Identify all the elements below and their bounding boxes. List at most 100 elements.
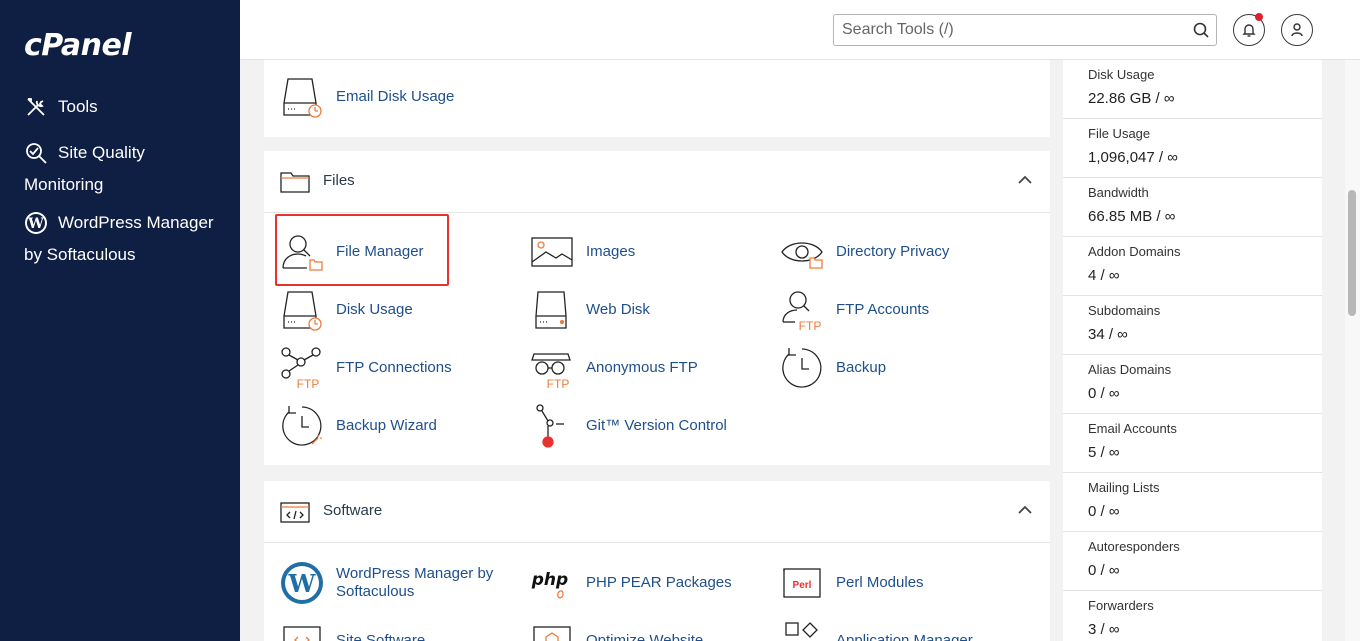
tool-label: Backup Wizard (336, 417, 437, 434)
tool-label: Git™ Version Control (586, 417, 727, 434)
statistics-panel: Disk Usage 22.86 GB / ∞ File Usage 1,096… (1063, 60, 1322, 641)
stat-value: 66.85 MB / ∞ (1088, 208, 1176, 225)
scrollbar-thumb[interactable] (1348, 190, 1356, 316)
user-menu-button[interactable] (1281, 14, 1313, 46)
sidebar-item-label: Site Quality Monitoring (24, 143, 145, 194)
software-section-header[interactable]: Software (264, 481, 1050, 543)
ftp-connections-icon: FTP (281, 347, 321, 390)
tool-label: File Manager (336, 243, 424, 260)
tool-perl-modules[interactable]: Perl Perl Modules (780, 557, 924, 609)
files-section-card: Files File Manager Images Directory Priv… (264, 151, 1050, 465)
stat-label: Email Accounts (1088, 421, 1177, 436)
images-icon (531, 237, 573, 267)
tool-label: Email Disk Usage (336, 88, 455, 105)
stat-value: 5 / ∞ (1088, 444, 1120, 461)
software-section-card: Software W WordPress Manager by Softacul… (264, 481, 1050, 641)
tool-backup-wizard[interactable]: Backup Wizard (280, 400, 437, 452)
stat-label: Bandwidth (1088, 185, 1149, 200)
tool-php-pear-packages[interactable]: php PHP PEAR Packages (530, 557, 732, 609)
tool-backup[interactable]: Backup (780, 342, 886, 394)
sidebar-item-tools[interactable]: Tools (24, 91, 248, 123)
files-section-header[interactable]: Files (264, 151, 1050, 213)
tool-file-manager[interactable]: File Manager (280, 226, 424, 278)
tool-images[interactable]: Images (530, 226, 635, 278)
stat-label: Subdomains (1088, 303, 1161, 318)
stat-autoresponders: Autoresponders 0 / ∞ (1063, 532, 1322, 591)
tool-label: PHP PEAR Packages (586, 574, 732, 591)
stat-email-accounts: Email Accounts 5 / ∞ (1063, 414, 1322, 473)
notifications-button[interactable] (1233, 13, 1265, 46)
code-window-icon (280, 502, 310, 523)
stat-alias-domains: Alias Domains 0 / ∞ (1063, 355, 1322, 414)
main-content: Email Disk Usage Files File Manager Imag… (264, 60, 1050, 641)
sidebar: cPanel Tools Site Quality Monitoring W W… (0, 0, 240, 641)
tool-email-disk-usage[interactable]: Email Disk Usage (280, 71, 454, 123)
stat-addon-domains: Addon Domains 4 / ∞ (1063, 237, 1322, 296)
sidebar-item-wordpress[interactable]: W WordPress Manager by Softaculous (24, 207, 214, 271)
stat-label: Alias Domains (1088, 362, 1172, 377)
disk-usage-icon (283, 291, 322, 331)
svg-text:W: W (288, 569, 317, 598)
stat-label: Mailing Lists (1088, 480, 1160, 495)
folder-icon (280, 172, 310, 193)
tool-label: FTP Connections (336, 359, 452, 376)
stat-subdomains: Subdomains 34 / ∞ (1063, 296, 1322, 355)
notification-dot (1255, 13, 1263, 21)
application-manager-icon (785, 622, 818, 638)
top-header (240, 0, 1360, 60)
stat-value: 0 / ∞ (1088, 385, 1120, 402)
search-input[interactable] (834, 15, 1164, 45)
email-section-card: Email Disk Usage (264, 60, 1050, 137)
section-title: Software (323, 502, 383, 519)
tool-site-software[interactable]: Site Software (280, 615, 425, 641)
chevron-up-icon[interactable] (1018, 175, 1032, 185)
stat-label: Addon Domains (1088, 244, 1181, 259)
perl-icon: Perl (783, 568, 821, 598)
sidebar-item-label: WordPress Manager by Softaculous (24, 213, 214, 264)
svg-text:FTP: FTP (799, 319, 822, 332)
cpanel-logo[interactable]: cPanel (24, 28, 132, 63)
bell-icon (1242, 24, 1256, 37)
tool-wordpress-manager[interactable]: W WordPress Manager by Softaculous (280, 557, 506, 609)
stat-file-usage: File Usage 1,096,047 / ∞ (1063, 119, 1322, 178)
tool-label: Site Software (336, 632, 426, 641)
tool-disk-usage[interactable]: Disk Usage (280, 284, 413, 336)
tool-git-version-control[interactable]: Git™ Version Control (530, 400, 727, 452)
tool-web-disk[interactable]: Web Disk (530, 284, 650, 336)
svg-text:FTP: FTP (547, 377, 570, 390)
stat-label: Disk Usage (1088, 67, 1155, 82)
tool-ftp-accounts[interactable]: FTP FTP Accounts (780, 284, 929, 336)
tool-label: Application Manager (836, 632, 973, 641)
tool-label: WordPress Manager by Softaculous (336, 565, 494, 600)
optimize-website-icon (533, 626, 571, 641)
tool-optimize-website[interactable]: Optimize Website (530, 615, 703, 641)
tool-ftp-connections[interactable]: FTP FTP Connections (280, 342, 452, 394)
sidebar-item-label: Tools (58, 97, 98, 116)
page-scrollbar[interactable] (1345, 60, 1360, 641)
file-manager-icon (282, 235, 323, 271)
tool-application-manager[interactable]: Application Manager (780, 615, 973, 641)
tool-label: Optimize Website (586, 632, 704, 641)
backup-wizard-icon (282, 406, 322, 446)
tool-directory-privacy[interactable]: Directory Privacy (780, 226, 949, 278)
backup-icon (782, 348, 822, 388)
search-icon[interactable] (1192, 21, 1210, 39)
directory-privacy-icon (781, 242, 823, 269)
chevron-up-icon[interactable] (1018, 505, 1032, 515)
svg-text:Perl: Perl (793, 580, 812, 591)
tool-anonymous-ftp[interactable]: FTP Anonymous FTP (530, 342, 698, 394)
anonymous-ftp-icon: FTP (531, 353, 571, 390)
tool-label: Anonymous FTP (586, 359, 698, 376)
wordpress-icon: W (281, 562, 323, 604)
ftp-accounts-icon: FTP (782, 291, 822, 332)
search-box[interactable] (833, 14, 1217, 46)
stat-bandwidth: Bandwidth 66.85 MB / ∞ (1063, 178, 1322, 237)
sidebar-item-site-quality[interactable]: Site Quality Monitoring (24, 137, 214, 201)
tool-label: Backup (836, 359, 887, 376)
section-title: Files (323, 172, 355, 189)
tool-label: Disk Usage (336, 301, 413, 318)
php-icon: php (531, 570, 568, 599)
stat-value: 3 / ∞ (1088, 621, 1120, 638)
site-software-icon (283, 626, 321, 641)
stat-label: Forwarders (1088, 598, 1154, 613)
